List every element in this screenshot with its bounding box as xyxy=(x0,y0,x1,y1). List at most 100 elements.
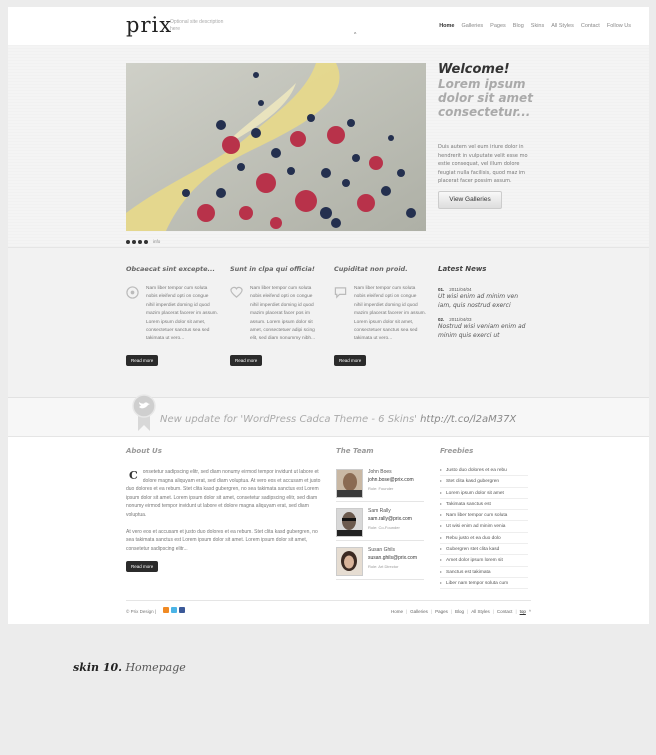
page: prix Optional site description here Home… xyxy=(8,7,649,624)
news-title[interactable]: Nostrud wisi veniam enim ad minim quis e… xyxy=(438,322,530,340)
nav-contact[interactable]: Contact xyxy=(581,23,600,29)
back-to-top-link[interactable]: top xyxy=(520,609,526,614)
latest-news: Latest News 01. 2011/04/04 Ut wisi enim a… xyxy=(438,265,530,347)
welcome-title: Welcome! xyxy=(438,62,510,77)
copyright: © Prix Design | xyxy=(126,609,156,614)
feature-title: Cupiditat non proid. xyxy=(334,265,408,273)
social-links xyxy=(163,607,185,613)
footer-link-contact[interactable]: Contact xyxy=(497,609,513,614)
nav-all-styles[interactable]: All Styles xyxy=(551,23,574,29)
tweet-link[interactable]: http://t.co/l2aM37X xyxy=(420,414,516,425)
list-item[interactable]: Lorem ipsum dolor sit amet xyxy=(440,488,528,499)
features-section: Obcaecat sint excepte... Nam liber tempo… xyxy=(8,248,649,398)
footer-link-blog[interactable]: Blog xyxy=(455,609,464,614)
freebies-heading: Freebies xyxy=(440,447,474,455)
footer-link-galleries[interactable]: Galleries xyxy=(410,609,428,614)
list-item[interactable]: Takimata sanctus est xyxy=(440,499,528,511)
avatar xyxy=(336,547,363,576)
read-more-button[interactable]: Read more xyxy=(334,355,367,366)
slider-info-link[interactable]: info xyxy=(153,239,160,244)
feature-block: Cupiditat non proid. Nam liber tempor cu… xyxy=(334,265,426,366)
list-item[interactable]: Nam liber tempor cum soluta xyxy=(440,510,528,522)
news-heading: Latest News xyxy=(438,265,487,273)
heart-icon xyxy=(230,286,243,298)
list-item[interactable]: Stet clita kasd gubergren xyxy=(440,476,528,488)
view-galleries-button[interactable]: View Galleries xyxy=(438,191,502,209)
freebies-list: Justo duo dolores et ea rebu Stet clita … xyxy=(440,465,528,590)
list-item[interactable]: Rebu justo et ea duo dolo xyxy=(440,533,528,545)
slider-dot[interactable] xyxy=(132,239,136,244)
feature-text: Nam liber tempor cum soluta nobis eleife… xyxy=(250,286,316,342)
list-item[interactable]: Amet dolor ipsum lorem sit xyxy=(440,555,528,567)
nav-blog[interactable]: Blog xyxy=(513,23,524,29)
member-email[interactable]: susan.ghils@prix.com xyxy=(368,555,417,561)
feature-text: Nam liber tempor cum soluta nobis eleife… xyxy=(146,286,218,342)
the-team: The Team John Boes john.bose@prix.com Ro… xyxy=(336,447,424,580)
about-paragraph: Consetetur sadipscing elitr, sed diam no… xyxy=(126,469,321,518)
about-heading: About Us xyxy=(126,447,162,455)
speech-bubble-icon xyxy=(334,287,347,299)
hero-section: info Welcome! Lorem ipsum dolor sit amet… xyxy=(8,45,649,248)
avatar xyxy=(336,469,363,498)
list-item[interactable]: Gubergren stet clita kasd xyxy=(440,544,528,556)
member-role: Role: Art Director xyxy=(368,564,399,569)
slider-dot[interactable] xyxy=(138,239,142,244)
skin-caption: skin 10. Homepage xyxy=(73,661,186,674)
feature-block: Obcaecat sint excepte... Nam liber tempo… xyxy=(126,265,218,366)
member-name: Susan Ghils xyxy=(368,547,395,553)
member-role: Role: Co-Founder xyxy=(368,525,400,530)
welcome-subtitle: Lorem ipsum dolor sit amet consectetur..… xyxy=(438,77,533,119)
team-member: Susan Ghils susan.ghils@prix.com Role: A… xyxy=(336,544,424,580)
footer-link-pages[interactable]: Pages xyxy=(435,609,448,614)
hero-slider[interactable] xyxy=(126,63,426,231)
list-item[interactable]: Liber nam tempor soluta cum xyxy=(440,578,528,590)
team-member: Sam Rally sam.rally@prix.com Role: Co-Fo… xyxy=(336,505,424,541)
footer-link-home[interactable]: Home xyxy=(391,609,403,614)
site-footer: © Prix Design | Home | Galleries | Pages | … xyxy=(126,600,531,623)
freebies: Freebies Justo duo dolores et ea rebu St… xyxy=(440,447,528,590)
nav-galleries[interactable]: Galleries xyxy=(461,23,483,29)
slider-dot[interactable] xyxy=(144,239,148,244)
welcome-box: Welcome! Lorem ipsum dolor sit amet cons… xyxy=(438,62,538,186)
main-nav: Home Galleries Pages Blog Skins All Styl… xyxy=(439,23,631,29)
site-tagline: Optional site description here xyxy=(170,19,224,32)
twitter-icon[interactable] xyxy=(171,607,177,613)
footer-nav: Home | Galleries | Pages | Blog | All Styles… xyxy=(390,609,531,614)
nav-follow-us[interactable]: Follow Us xyxy=(607,23,631,29)
target-icon xyxy=(126,286,139,299)
site-header: prix Optional site description here Home… xyxy=(8,7,649,46)
chevron-up-icon: ^ xyxy=(528,609,531,614)
member-name: John Boes xyxy=(368,469,392,475)
member-email[interactable]: john.bose@prix.com xyxy=(368,477,414,483)
feature-block: Sunt in clpa qui officia! Nam liber temp… xyxy=(230,265,322,366)
slider-image xyxy=(126,63,426,231)
slider-pager: info xyxy=(126,239,160,244)
list-item[interactable]: Justo duo dolores et ea rebu xyxy=(440,465,528,477)
avatar xyxy=(336,508,363,537)
slider-dot[interactable] xyxy=(126,239,130,244)
welcome-text: Duis autem vel eum iriure dolor in hendr… xyxy=(438,144,528,184)
member-name: Sam Rally xyxy=(368,508,391,514)
feature-title: Obcaecat sint excepte... xyxy=(126,265,215,273)
read-more-button[interactable]: Read more xyxy=(126,355,159,366)
read-more-button[interactable]: Read more xyxy=(230,355,263,366)
team-heading: The Team xyxy=(336,447,374,455)
about-paragraph: At vero eos et accusam et justo duo dolo… xyxy=(126,528,318,552)
drop-cap: C xyxy=(129,469,138,482)
chevron-up-icon: ^ xyxy=(354,32,357,38)
site-logo[interactable]: prix xyxy=(126,13,172,37)
news-title[interactable]: Ut wisi enim ad minim ven iam, quis nost… xyxy=(438,292,530,310)
nav-skins[interactable]: Skins xyxy=(531,23,544,29)
nav-pages[interactable]: Pages xyxy=(490,23,506,29)
rss-icon[interactable] xyxy=(163,607,169,613)
member-email[interactable]: sam.rally@prix.com xyxy=(368,516,412,522)
list-item[interactable]: Ut wisi enim ad minim venia xyxy=(440,521,528,533)
team-member: John Boes john.bose@prix.com Role: Found… xyxy=(336,466,424,502)
footer-link-all-styles[interactable]: All Styles xyxy=(471,609,490,614)
read-more-button[interactable]: Read more xyxy=(126,561,159,573)
twitter-band: New update for 'WordPress Cadca Theme - … xyxy=(8,394,649,437)
list-item[interactable]: Sanctus est takimata xyxy=(440,567,528,578)
feature-title: Sunt in clpa qui officia! xyxy=(230,265,315,273)
nav-home[interactable]: Home xyxy=(439,23,454,29)
facebook-icon[interactable] xyxy=(179,607,185,613)
